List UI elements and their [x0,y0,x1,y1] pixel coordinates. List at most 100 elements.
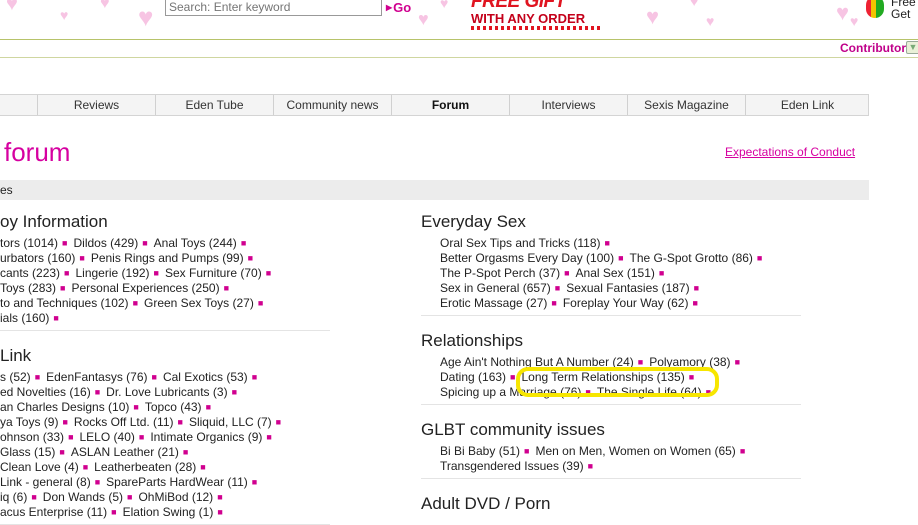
forum-category-link[interactable]: Link - general (8) [0,475,91,489]
category-name: Rocks Off Ltd. [73,415,150,429]
forum-category-link[interactable]: Better Orgasms Every Day (100) [440,251,614,265]
forum-category-link[interactable]: ials (160) [0,311,49,325]
tab-reviews[interactable]: Reviews [37,95,155,115]
forum-category-link[interactable]: urbators (160) [0,251,75,265]
category-count: (3) [209,385,228,399]
category-name: ed Novelties [0,385,67,399]
forum-row: Bi Bi Baby (51) ■ Men on Men, Women on Wom… [440,444,751,459]
forum-category-link[interactable]: Bi Bi Baby (51) [440,444,520,458]
breadcrumb: es [0,180,869,200]
category-name: Erotic Massage [440,296,523,310]
forum-category-link[interactable]: acus Enterprise (11) [0,505,107,519]
forum-category-link[interactable]: cants (223) [0,266,60,280]
forum-category-link[interactable]: Clean Love (4) [0,460,79,474]
forum-category-link[interactable]: Toys (283) [0,281,56,295]
search-input[interactable] [165,0,382,16]
forum-category-link[interactable]: EdenFantasys (76) [46,370,147,384]
category-count: (160) [18,311,50,325]
forum-category-link[interactable]: Dating (163) [440,370,506,384]
category-count: (43) [176,400,202,414]
separator-icon: ■ [217,507,223,517]
forum-category-link[interactable]: ed Novelties (16) [0,385,91,399]
forum-category-link[interactable]: ASLAN Leather (21) [71,445,179,459]
category-name: ya Toys [0,415,41,429]
tab-community-news[interactable]: Community news [273,95,391,115]
forum-category-link[interactable]: Foreplay Your Way (62) [563,296,689,310]
forum-category-link[interactable]: Erotic Massage (27) [440,296,547,310]
forum-category-link[interactable]: an Charles Designs (10) [0,400,129,414]
category-count: (244) [205,236,237,250]
separator-icon: ■ [251,477,258,487]
category-count: (16) [66,385,91,399]
category-name: Dr. Love Lubricants [106,385,210,399]
forum-category-link[interactable]: Sexual Fantasies (187) [566,281,689,295]
separator-icon: ■ [257,298,264,308]
go-button[interactable]: ▶Go [386,0,411,15]
chevron-down-icon[interactable]: ▼ [906,41,918,54]
forum-category-link[interactable]: to and Techniques (102) [0,296,129,310]
section-title[interactable]: GLBT community issues [421,420,605,440]
forum-category-link[interactable]: Dildos (429) [73,236,138,250]
forum-category-link[interactable]: Men on Men, Women on Women (65) [535,444,735,458]
separator-icon: ■ [79,253,85,263]
forum-category-link[interactable]: Sex in General (657) [440,281,551,295]
category-name: tors [0,236,21,250]
forum-category-link[interactable]: Cal Exotics (53) [163,370,248,384]
forum-category-link[interactable]: OhMiBod (12) [138,490,213,504]
category-name: an Charles Designs [0,400,105,414]
tab-eden-link[interactable]: Eden Link [745,95,869,115]
separator-icon: ■ [151,372,157,382]
section-title[interactable]: Link [0,346,31,366]
forum-category-link[interactable]: Rocks Off Ltd. (11) [74,415,174,429]
free-gift-text[interactable]: Free Get [891,0,916,20]
category-name: urbators [0,251,45,265]
contributor-link[interactable]: Contributor [840,41,906,55]
forum-category-link[interactable]: tors (1014) [0,236,58,250]
forum-category-link[interactable]: Personal Experiences (250) [71,281,219,295]
forum-row: Clean Love (4) ■ Leatherbeaten (28) ■ [0,460,212,475]
forum-category-link[interactable]: The P-Spot Perch (37) [440,266,560,280]
forum-category-link[interactable]: SpareParts HardWear (11) [106,475,248,489]
conduct-link[interactable]: Expectations of Conduct [725,145,855,159]
tab-forum[interactable]: Forum [391,95,509,115]
tab-eden-tube[interactable]: Eden Tube [155,95,273,115]
forum-category-link[interactable]: Anal Sex (151) [576,266,655,280]
forum-category-link[interactable]: Elation Swing (1) [123,505,214,519]
section-title[interactable]: Adult DVD / Porn [421,494,550,514]
forum-category-link[interactable]: Glass (15) [0,445,55,459]
forum-category-link[interactable]: Dr. Love Lubricants (3) [106,385,227,399]
forum-category-link[interactable]: iq (6) [0,490,27,504]
separator-icon: ■ [275,417,282,427]
separator-icon: ■ [64,268,70,278]
forum-category-link[interactable]: Penis Rings and Pumps (99) [91,251,244,265]
category-count: (187) [658,281,690,295]
forum-category-link[interactable]: The G-Spot Grotto (86) [630,251,753,265]
forum-category-link[interactable]: s (52) [0,370,31,384]
section-title[interactable]: Relationships [421,331,523,351]
forum-category-link[interactable]: Anal Toys (244) [154,236,237,250]
tab-sexis-magazine[interactable]: Sexis Magazine [627,95,745,115]
forum-category-link[interactable]: Topco (43) [145,400,202,414]
forum-category-link[interactable]: ya Toys (9) [0,415,58,429]
forum-category-link[interactable]: Sliquid, LLC (7) [189,415,272,429]
forum-category-link[interactable]: Leatherbeaten (28) [94,460,196,474]
category-count: (21) [154,445,179,459]
forum-category-link[interactable]: Sex Furniture (70) [165,266,262,280]
section-title[interactable]: oy Information [0,212,108,232]
forum-category-link[interactable]: Lingerie (192) [75,266,149,280]
forum-category-link[interactable]: ohnson (33) [0,430,64,444]
promo-any-order[interactable]: WITH ANY ORDER [471,11,585,26]
section-title[interactable]: Everyday Sex [421,212,526,232]
forum-category-link[interactable]: Oral Sex Tips and Tricks (118) [440,236,601,250]
heart-decoration-icon: ♥ [836,0,850,25]
forum-category-link[interactable]: Don Wands (5) [43,490,123,504]
forum-category-link[interactable]: Green Sex Toys (27) [144,296,254,310]
forum-category-link[interactable]: Intimate Organics (9) [150,430,262,444]
forum-category-link[interactable]: LELO (40) [80,430,135,444]
heart-decoration-icon: ♥ [60,7,69,23]
forum-category-link[interactable]: Transgendered Issues (39) [440,459,584,473]
category-count: (4) [60,460,79,474]
category-name: Clean Love [0,460,61,474]
category-name: OhMiBod [138,490,189,504]
tab-interviews[interactable]: Interviews [509,95,627,115]
